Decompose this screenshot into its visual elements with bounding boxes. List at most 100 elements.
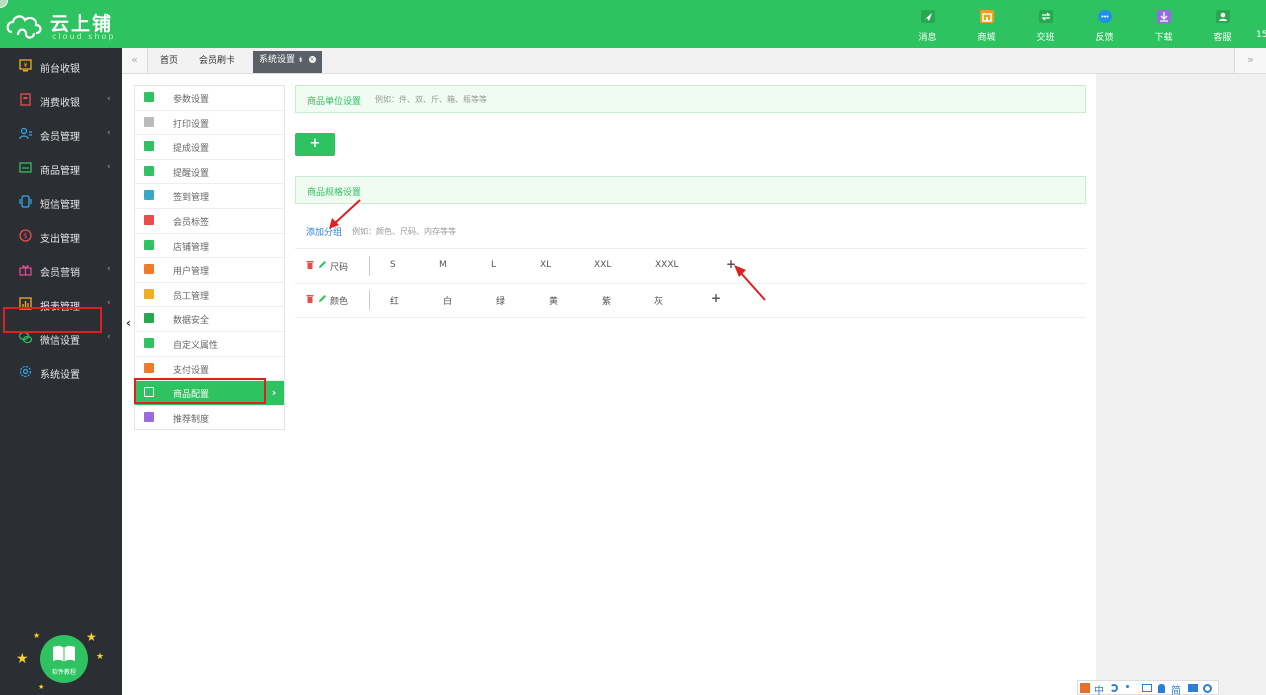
member-icon [19, 127, 32, 140]
sidebar-item-wechat[interactable]: 微信设置 ‹ [0, 321, 122, 355]
settings-item-custom-attrs[interactable]: 自定义属性 [135, 332, 284, 357]
settings-item-label: 数据安全 [173, 316, 210, 327]
settings-item-payment[interactable]: 支付设置 [135, 357, 284, 382]
params-icon [144, 92, 154, 102]
top-action-label: 客服 [1213, 33, 1232, 43]
sidebar-item-marketing[interactable]: 会员营销 ‹ [0, 253, 122, 287]
spec-value[interactable]: XL [540, 260, 551, 270]
settings-item-commission[interactable]: 提成设置 [135, 135, 284, 160]
top-action-shift[interactable]: 交班 [1016, 0, 1075, 48]
tab-home[interactable]: 首页 [154, 52, 184, 73]
book-icon [53, 645, 75, 662]
ime-toolbar[interactable]: 中 简 [1077, 680, 1219, 695]
sidebar-item-settings[interactable]: 系统设置 [0, 355, 122, 389]
sidebar-item-expense[interactable]: $ 支出管理 [0, 219, 122, 253]
brand-logo[interactable]: 云上铺 cloud shop [0, 0, 130, 48]
settings-item-print[interactable]: 打印设置 [135, 111, 284, 136]
spec-value[interactable]: 红 [390, 294, 399, 307]
separator [369, 256, 370, 276]
top-extra-text: 15 [1256, 30, 1266, 40]
top-action-feedback[interactable]: 反馈 [1075, 0, 1134, 48]
tab-system-settings[interactable]: 系统设置 ⇟ × [253, 51, 322, 73]
top-action-message[interactable]: 消息 [898, 0, 957, 48]
unit-settings-panel: 商品单位设置 例如：件、双、斤、箱、瓶等等 [295, 85, 1086, 113]
avatar[interactable] [0, 0, 8, 8]
tutorial-button[interactable]: 软件教程 [40, 635, 88, 683]
sidebar-item-member[interactable]: 会员管理 ‹ [0, 117, 122, 151]
chart-icon [144, 313, 154, 324]
add-group-link[interactable]: 添加分组 [306, 225, 342, 238]
spec-value[interactable]: XXXL [655, 260, 679, 270]
panel-title: 商品规格设置 [307, 188, 362, 198]
keyboard-icon[interactable] [1142, 684, 1152, 692]
add-spec-value-button[interactable]: + [711, 291, 721, 305]
top-action-service[interactable]: 客服 [1193, 0, 1252, 48]
tab-scroll-left-button[interactable]: « [122, 48, 148, 73]
add-group-hint: 例如：颜色、尺码、内存等等 [352, 227, 456, 236]
settings-item-checkin[interactable]: 签到管理 [135, 184, 284, 209]
spec-value[interactable]: L [491, 260, 496, 270]
spec-value[interactable]: 紫 [602, 294, 611, 307]
store-icon [144, 239, 154, 250]
moon-icon[interactable] [1110, 684, 1118, 692]
top-action-download[interactable]: 下载 [1134, 0, 1193, 48]
sidebar-item-label: 系统设置 [40, 370, 80, 381]
sidebar-item-report[interactable]: 报表管理 ‹ [0, 287, 122, 321]
spec-value[interactable]: S [390, 260, 396, 270]
settings-item-stores[interactable]: 店铺管理 [135, 234, 284, 259]
settings-item-tags[interactable]: 会员标签 [135, 209, 284, 234]
separator [369, 290, 370, 310]
pin-icon[interactable]: ⇟ [298, 56, 304, 64]
settings-item-label: 店铺管理 [173, 242, 210, 253]
punctuation-icon[interactable] [1126, 685, 1129, 688]
settings-item-params[interactable]: 参数设置 [135, 86, 284, 111]
spec-value[interactable]: 黄 [549, 294, 558, 307]
sidebar-item-consume[interactable]: 消费收银 ‹ [0, 83, 122, 117]
sidebar-item-label: 支出管理 [40, 234, 80, 245]
settings-item-referral[interactable]: 推荐制度 [135, 406, 284, 431]
spec-value[interactable]: 白 [443, 294, 452, 307]
sidebar-item-label: 消费收银 [40, 98, 80, 109]
settings-item-users[interactable]: 用户管理 [135, 258, 284, 283]
gear-icon[interactable] [1203, 684, 1212, 693]
spec-group-name: 颜色 [330, 297, 349, 307]
settings-item-security[interactable]: 数据安全 [135, 307, 284, 332]
chevron-left-icon: ‹ [107, 94, 111, 104]
spec-value[interactable]: XXL [594, 260, 611, 270]
settings-item-staff[interactable]: 员工管理 [135, 283, 284, 308]
pencil-icon[interactable] [318, 260, 327, 269]
trash-icon[interactable] [306, 260, 314, 269]
sidebar-item-cashier[interactable]: ¥ 前台收银 [0, 49, 122, 83]
trash-icon[interactable] [306, 294, 314, 303]
sidebar-item-label: 微信设置 [40, 336, 80, 347]
star-icon: ★ [33, 631, 41, 640]
ime-simplified-label[interactable]: 简 [1171, 682, 1181, 695]
ime-mode-label[interactable]: 中 [1094, 682, 1104, 695]
spec-value[interactable]: 灰 [654, 294, 663, 307]
service-icon [1216, 10, 1230, 23]
user-icon[interactable] [1158, 684, 1165, 693]
spec-value[interactable]: 绿 [496, 294, 505, 307]
close-icon[interactable]: × [308, 56, 316, 63]
commission-icon [144, 141, 154, 152]
settings-item-label: 用户管理 [173, 267, 210, 278]
add-spec-value-button[interactable]: + [726, 257, 736, 271]
cloud-logo-icon [6, 15, 42, 39]
collapse-menu-icon[interactable]: ‹ [126, 316, 131, 330]
spec-value[interactable]: M [439, 260, 447, 270]
top-action-store[interactable]: 商城 [957, 0, 1016, 48]
tab-label: 系统设置 [259, 55, 296, 65]
settings-item-label: 参数设置 [173, 95, 210, 105]
wechat-icon [19, 331, 32, 344]
pencil-icon[interactable] [318, 294, 327, 303]
sidebar-item-goods[interactable]: 商品管理 ‹ [0, 151, 122, 185]
tab-scroll-right-button[interactable]: » [1234, 48, 1266, 73]
add-unit-button[interactable]: + [295, 133, 335, 156]
checkin-icon [144, 190, 154, 201]
settings-item-reminder[interactable]: 提醒设置 [135, 160, 284, 185]
sidebar-item-sms[interactable]: 短信管理 [0, 185, 122, 219]
tab-member-card[interactable]: 会员刷卡 [193, 52, 241, 73]
settings-item-goods-config[interactable]: 商品配置 › [135, 381, 284, 406]
tutorial-label: 软件教程 [51, 669, 76, 676]
shirt-icon[interactable] [1188, 684, 1198, 692]
